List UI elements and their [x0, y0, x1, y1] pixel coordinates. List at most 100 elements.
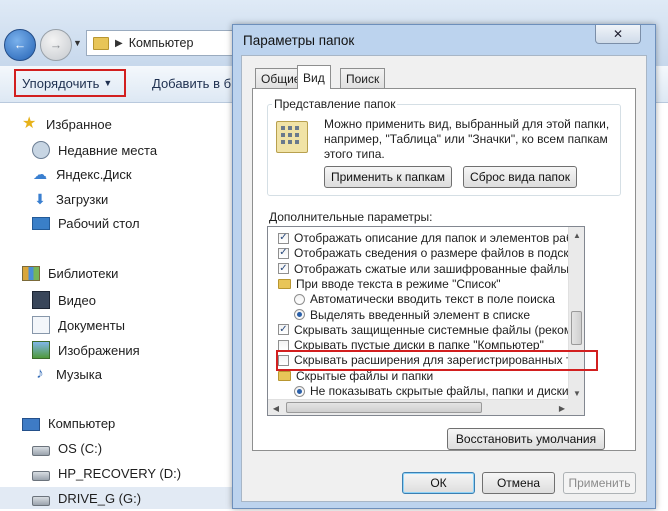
nav-yandex-disk[interactable]: ☁ Яндекс.Диск — [32, 166, 132, 182]
hard-drive-icon — [32, 496, 50, 506]
hard-drive-icon — [32, 471, 50, 481]
nav-music[interactable]: ♪ Музыка — [32, 366, 102, 382]
desktop-icon — [32, 217, 50, 230]
nav-favorites[interactable]: ★ Избранное — [22, 116, 112, 132]
nav-label: Видео — [58, 292, 96, 308]
scroll-left-icon[interactable]: ◀ — [268, 400, 284, 415]
nav-label: Библиотеки — [48, 266, 119, 281]
vertical-scrollbar[interactable]: ▲ ▼ — [568, 227, 584, 401]
arrow-left-icon: ← — [13, 38, 27, 52]
nav-recovery-drive[interactable]: HP_RECOVERY (D:) — [32, 466, 181, 481]
tab-search[interactable]: Поиск — [340, 68, 386, 88]
nav-label: Недавние места — [58, 142, 158, 158]
nav-desktop[interactable]: Рабочий стол — [32, 216, 140, 231]
checkbox-checked-icon[interactable]: ✓ — [278, 263, 289, 275]
folder-icon — [278, 278, 291, 289]
add-to-library-button[interactable]: Добавить в б — [152, 76, 231, 91]
advanced-option-folder[interactable]: Скрытые файлы и папки — [278, 368, 433, 384]
nav-downloads[interactable]: ⬇ Загрузки — [32, 191, 108, 207]
apply-button[interactable]: Применить — [563, 472, 636, 494]
arrow-right-icon: → — [49, 38, 63, 52]
navigation-pane: ★ Избранное Недавние места ☁ Яндекс.Диск… — [0, 103, 240, 511]
advanced-option-checkbox[interactable]: ✓ Отображать описание для папок и элемент… — [278, 230, 570, 246]
folder-views-title: Представление папок — [272, 97, 398, 111]
advanced-option-label: Отображать сведения о размере файлов в п… — [294, 246, 570, 261]
advanced-option-radio[interactable]: Автоматически вводить текст в поле поиск… — [294, 291, 555, 307]
folder-icon — [93, 36, 109, 50]
nav-images[interactable]: Изображения — [32, 341, 140, 359]
nav-label: DRIVE_G (G:) — [58, 491, 142, 506]
nav-recent-places[interactable]: Недавние места — [32, 141, 157, 159]
radio-selected-icon[interactable] — [294, 309, 305, 320]
document-icon — [32, 316, 50, 334]
cloud-icon: ☁ — [33, 166, 47, 182]
computer-icon — [22, 417, 40, 431]
apply-to-folders-button[interactable]: Применить к папкам — [324, 166, 452, 188]
download-icon: ⬇ — [34, 191, 46, 207]
advanced-option-checkbox[interactable]: Скрывать пустые диски в папке "Компьютер… — [278, 337, 544, 353]
hard-drive-icon — [32, 446, 50, 456]
advanced-option-checkbox[interactable]: ✓ Отображать сведения о размере файлов в … — [278, 245, 570, 261]
checkbox-checked-icon[interactable]: ✓ — [278, 324, 289, 336]
forward-button[interactable]: → — [40, 29, 72, 61]
advanced-option-folder[interactable]: При вводе текста в режиме "Список" — [278, 276, 501, 292]
checkbox-unchecked-icon[interactable] — [278, 339, 289, 351]
star-icon: ★ — [22, 115, 37, 132]
tab-view[interactable]: Вид — [297, 65, 331, 89]
advanced-settings-list: ✓ Отображать описание для папок и элемент… — [268, 227, 570, 401]
nav-label: Изображения — [58, 342, 140, 358]
vertical-scroll-thumb[interactable] — [571, 311, 582, 345]
nav-label: Избранное — [46, 116, 112, 132]
recent-places-icon — [32, 141, 50, 159]
image-icon — [32, 341, 50, 359]
nav-computer[interactable]: Компьютер — [22, 416, 115, 431]
dialog-title: Параметры папок — [243, 33, 355, 48]
organize-button[interactable]: Упорядочить ▼ — [14, 69, 126, 97]
advanced-option-label: Не показывать скрытые файлы, папки и дис… — [310, 384, 569, 398]
advanced-option-label: Скрывать защищенные системные файлы (рек… — [294, 322, 570, 337]
chevron-right-icon[interactable]: ▶ — [115, 38, 123, 49]
advanced-settings-label: Дополнительные параметры: — [269, 210, 433, 224]
restore-defaults-button[interactable]: Восстановить умолчания — [447, 428, 605, 450]
horizontal-scrollbar[interactable]: ◀ ▶ — [268, 399, 570, 415]
close-icon: ✕ — [612, 27, 624, 41]
nav-os-drive[interactable]: OS (C:) — [32, 441, 102, 456]
folder-icon — [278, 370, 291, 381]
close-button[interactable]: ✕ — [595, 25, 641, 44]
advanced-option-label: При вводе текста в режиме "Список" — [296, 276, 501, 291]
nav-label: Рабочий стол — [58, 216, 140, 231]
nav-video[interactable]: Видео — [32, 291, 96, 309]
nav-label: OS (C:) — [58, 441, 103, 456]
video-icon — [32, 291, 50, 309]
horizontal-scroll-thumb[interactable] — [286, 402, 482, 413]
address-bar[interactable]: ▶ Компьютер — [86, 30, 236, 56]
nav-label: HP_RECOVERY (D:) — [58, 466, 182, 481]
back-button[interactable]: ← — [4, 29, 36, 61]
scroll-up-icon[interactable]: ▲ — [569, 227, 584, 243]
radio-unselected-icon[interactable] — [294, 293, 305, 305]
folder-views-group: Представление папок Можно применить вид,… — [267, 97, 621, 196]
ok-button[interactable]: ОК — [402, 472, 475, 494]
nav-label: Яндекс.Диск — [56, 166, 132, 182]
advanced-option-radio[interactable]: Выделять введенный элемент в списке — [294, 307, 530, 323]
checkbox-checked-icon[interactable]: ✓ — [278, 247, 289, 259]
nav-drive-g[interactable]: DRIVE_G (G:) — [32, 491, 141, 506]
advanced-option-radio[interactable]: Не показывать скрытые файлы, папки и дис… — [294, 383, 569, 399]
view-tab-panel: Представление папок Можно применить вид,… — [252, 88, 636, 451]
radio-selected-icon[interactable] — [294, 385, 305, 397]
advanced-option-label: Скрытые файлы и папки — [296, 368, 434, 383]
nav-documents[interactable]: Документы — [32, 316, 125, 334]
advanced-settings-tree[interactable]: ✓ Отображать описание для папок и элемент… — [267, 226, 585, 416]
nav-libraries[interactable]: Библиотеки — [22, 266, 118, 281]
breadcrumb-computer[interactable]: Компьютер — [129, 36, 194, 50]
libraries-icon — [22, 266, 40, 281]
reset-folders-button[interactable]: Сброс вида папок — [463, 166, 577, 188]
advanced-option-checkbox[interactable]: Скрывать расширения для зарегистрированн… — [278, 352, 570, 368]
checkbox-unchecked-icon[interactable] — [278, 354, 289, 366]
history-dropdown-icon[interactable]: ▼ — [73, 38, 82, 48]
advanced-option-checkbox[interactable]: ✓ Отображать сжатые или зашифрованные фай… — [278, 261, 570, 277]
advanced-option-checkbox[interactable]: ✓ Скрывать защищенные системные файлы (ре… — [278, 322, 570, 338]
cancel-button[interactable]: Отмена — [482, 472, 555, 494]
checkbox-checked-icon[interactable]: ✓ — [278, 232, 289, 244]
folder-view-icon — [276, 121, 308, 153]
